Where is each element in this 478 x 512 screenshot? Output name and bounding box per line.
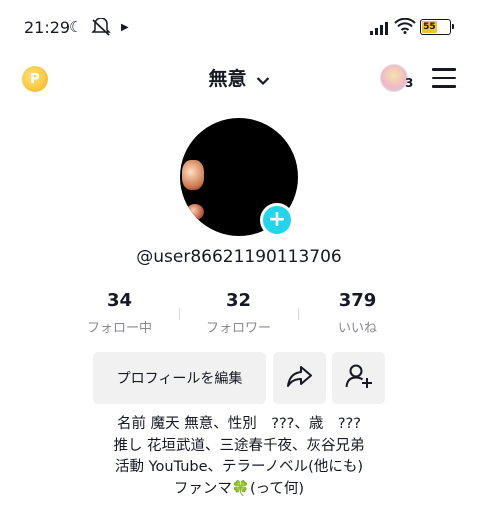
edit-profile-button[interactable]: プロフィールを編集 [93,352,266,404]
plus-icon: + [267,207,287,232]
stat-following[interactable]: 34 フォロー中 [60,290,179,340]
stat-following-label: フォロー中 [86,321,152,336]
stat-following-count: 34 [106,290,133,311]
battery-level: 55 [422,21,437,33]
add-friend-button[interactable] [332,352,385,404]
share-icon [286,364,314,392]
mute-icon [91,17,111,40]
bio-line: 名前 魔天 無意、性別 ???、歳 ??? [117,416,361,432]
account-count-badge: 3 [405,76,414,90]
moon-icon: ☾ [69,18,83,36]
add-avatar-button[interactable]: + [260,203,294,237]
profile-bio: 名前 魔天 無意、性別 ???、歳 ??? 推し 花垣武道、三途春千夜、灰谷兄弟… [0,414,478,500]
stat-likes-label: いいね [337,321,377,336]
wifi-icon [394,17,416,38]
stat-divider [179,308,180,320]
share-profile-button[interactable] [273,352,326,404]
battery-icon: 55 [420,19,454,35]
account-name: 無意 [208,68,247,90]
profile-actions: プロフィールを編集 [0,352,478,406]
play-icon: ▶ [121,22,129,33]
stat-likes[interactable]: 379 いいね [298,290,417,340]
menu-icon[interactable] [432,68,456,88]
status-time: 21:29 [24,18,71,37]
bio-line: ファンマ🍀(って何) [173,480,305,497]
stat-likes-count: 379 [338,290,377,311]
profile-header: P 無意 3 [0,52,478,102]
signal-icon [370,20,388,39]
accounts-avatar[interactable] [380,64,408,92]
add-user-icon [345,363,373,393]
bio-line: 推し 花垣武道、三途春千夜、灰谷兄弟 [113,437,365,454]
stats-row: 34 フォロー中 32 フォロワー 379 いいね [60,290,418,340]
stat-followers-label: フォロワー [205,321,271,336]
status-bar: 21:29 ☾ ▶ 55 [0,0,478,52]
stat-divider [298,308,299,320]
chevron-down-icon [256,71,270,90]
bio-line: 活動 YouTube、テラーノベル(他にも) [114,459,363,475]
user-handle: @user86621190113706 [136,247,342,267]
stat-followers[interactable]: 32 フォロワー [179,290,298,340]
stat-followers-count: 32 [225,290,252,311]
